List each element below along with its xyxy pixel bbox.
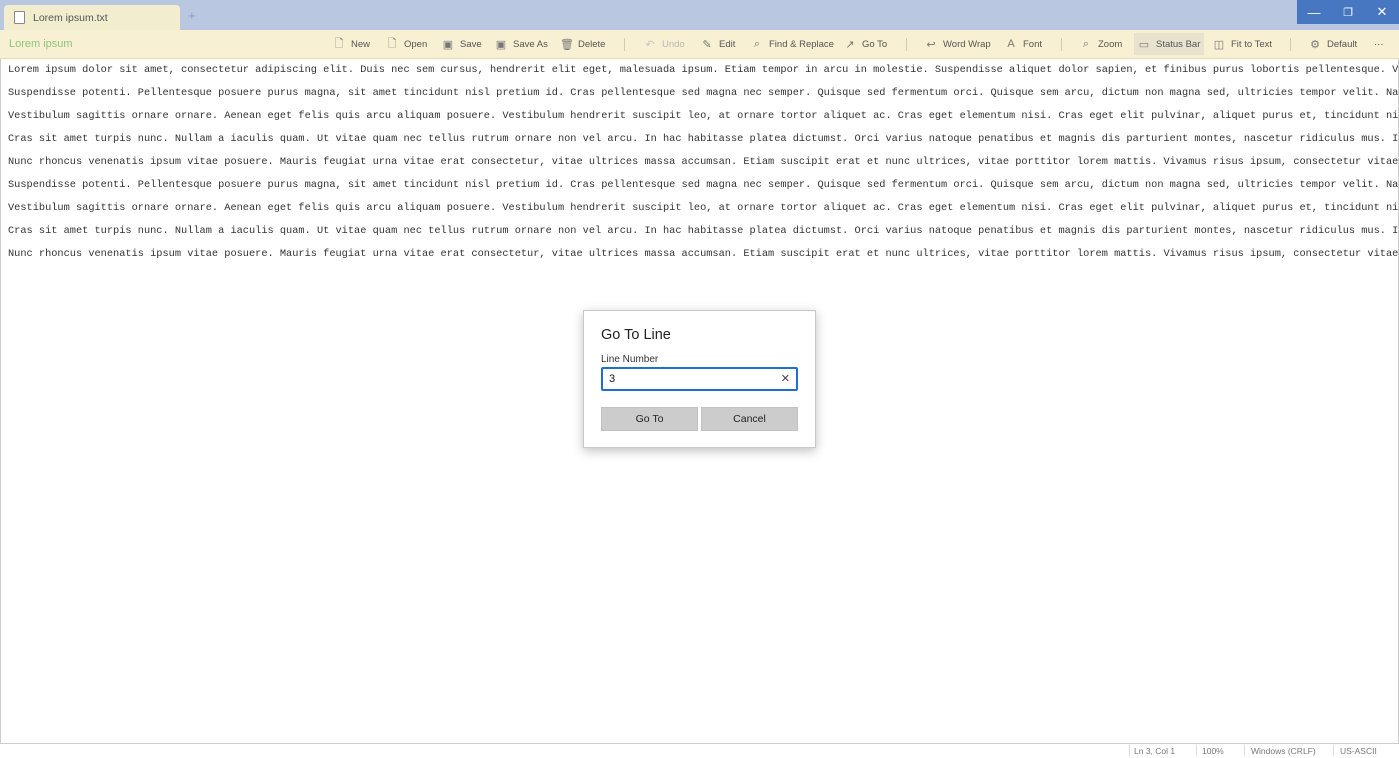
find-replace-button[interactable]: ⌕ Find & Replace <box>751 36 834 52</box>
line-number-input[interactable] <box>603 369 771 389</box>
default-button[interactable]: ⚙ Default <box>1309 36 1357 52</box>
fit-to-text-button[interactable]: ◫ Fit to Text <box>1213 36 1272 52</box>
window-controls: — ❐ ✕ <box>1297 0 1399 24</box>
save-as-icon: ▣ <box>495 38 507 51</box>
delete-button[interactable]: 🗑 Delete <box>560 36 605 52</box>
editor-line: Suspendisse potenti. Pellentesque posuer… <box>8 179 1399 191</box>
toolbar-divider <box>1061 38 1062 51</box>
undo-button[interactable]: ↶ Undo <box>644 36 684 52</box>
edit-button[interactable]: ✎ Edit <box>701 36 735 52</box>
font-icon: A <box>1007 38 1015 50</box>
go-to-line-dialog: Go To Line Line Number ✕ Go To Cancel <box>583 310 816 448</box>
gear-icon: ⚙ <box>1310 38 1320 51</box>
status-divider <box>1129 745 1130 756</box>
open-document-icon: 🗋 <box>387 37 397 50</box>
status-bar-toggle[interactable]: ▭ Status Bar <box>1134 33 1205 55</box>
editor-line: Nunc rhoncus venenatis ipsum vitae posue… <box>8 248 1399 260</box>
zoom-button[interactable]: ⌕ Zoom <box>1080 36 1122 52</box>
cancel-button[interactable]: Cancel <box>701 407 798 431</box>
new-button[interactable]: 🗋 New <box>333 36 370 52</box>
toolbar-divider <box>1290 38 1291 51</box>
minimize-button[interactable]: — <box>1297 0 1331 24</box>
close-button[interactable]: ✕ <box>1365 0 1399 24</box>
toolbar: Lorem ipsum 🗋 New 🗋 Open ▣ Save ▣ Save As 🗑 D… <box>0 30 1399 59</box>
status-divider <box>1244 745 1245 756</box>
wrap-icon: ↩ <box>926 38 936 51</box>
tab-title: Lorem ipsum.txt <box>33 11 108 24</box>
trash-icon: 🗑 <box>560 38 574 51</box>
tab-lorem-ipsum[interactable]: Lorem ipsum.txt <box>4 5 180 30</box>
cursor-position: Ln 3, Col 1 <box>1134 746 1176 756</box>
line-ending: Windows (CRLF) <box>1251 746 1316 756</box>
status-bar: Ln 3, Col 1 100% Windows (CRLF) US-ASCII <box>0 743 1399 758</box>
undo-icon: ↶ <box>645 38 655 51</box>
encoding: US-ASCII <box>1340 746 1377 756</box>
go-to-button[interactable]: ↗ Go To <box>844 36 887 52</box>
go-to-confirm-button[interactable]: Go To <box>601 407 698 431</box>
word-wrap-button[interactable]: ↩ Word Wrap <box>925 36 990 52</box>
new-tab-button[interactable]: + <box>188 8 196 23</box>
clear-icon[interactable]: ✕ <box>781 372 790 385</box>
dialog-title: Go To Line <box>601 327 671 343</box>
pencil-icon: ✎ <box>702 38 712 51</box>
toolbar-divider <box>906 38 907 51</box>
new-document-icon: 🗋 <box>334 37 344 50</box>
line-number-label: Line Number <box>601 354 659 365</box>
editor-line: Vestibulum sagittis ornare ornare. Aenea… <box>8 110 1399 122</box>
open-button[interactable]: 🗋 Open <box>386 36 428 52</box>
editor-line: Vestibulum sagittis ornare ornare. Aenea… <box>8 202 1399 214</box>
status-divider <box>1333 745 1334 756</box>
zoom-level: 100% <box>1202 746 1224 756</box>
font-button[interactable]: A Font <box>1005 36 1042 52</box>
status-bar-icon: ▭ <box>1138 38 1150 51</box>
magnifier-icon: ⌕ <box>1082 37 1090 50</box>
more-options-button[interactable]: ··· <box>1374 36 1384 52</box>
editor-line: Nunc rhoncus venenatis ipsum vitae posue… <box>8 156 1399 168</box>
title-bar: Lorem ipsum.txt + — ❐ ✕ <box>0 0 1399 30</box>
status-divider <box>1196 745 1197 756</box>
save-icon: ▣ <box>442 38 454 51</box>
editor-line: Cras sit amet turpis nunc. Nullam a iacu… <box>8 133 1399 145</box>
save-button[interactable]: ▣ Save <box>442 36 482 52</box>
search-icon: ⌕ <box>753 37 761 50</box>
save-as-button[interactable]: ▣ Save As <box>495 36 548 52</box>
editor-line: Cras sit amet turpis nunc. Nullam a iacu… <box>8 225 1399 237</box>
document-icon <box>14 11 25 24</box>
arrow-up-right-icon: ↗ <box>845 38 855 51</box>
maximize-button[interactable]: ❐ <box>1331 0 1365 24</box>
editor-line: Suspendisse potenti. Pellentesque posuer… <box>8 87 1399 99</box>
document-title: Lorem ipsum <box>9 38 73 50</box>
editor-line: Lorem ipsum dolor sit amet, consectetur … <box>8 64 1399 76</box>
toolbar-divider <box>624 38 625 51</box>
fit-icon: ◫ <box>1213 38 1225 51</box>
line-number-field: ✕ <box>601 367 798 391</box>
